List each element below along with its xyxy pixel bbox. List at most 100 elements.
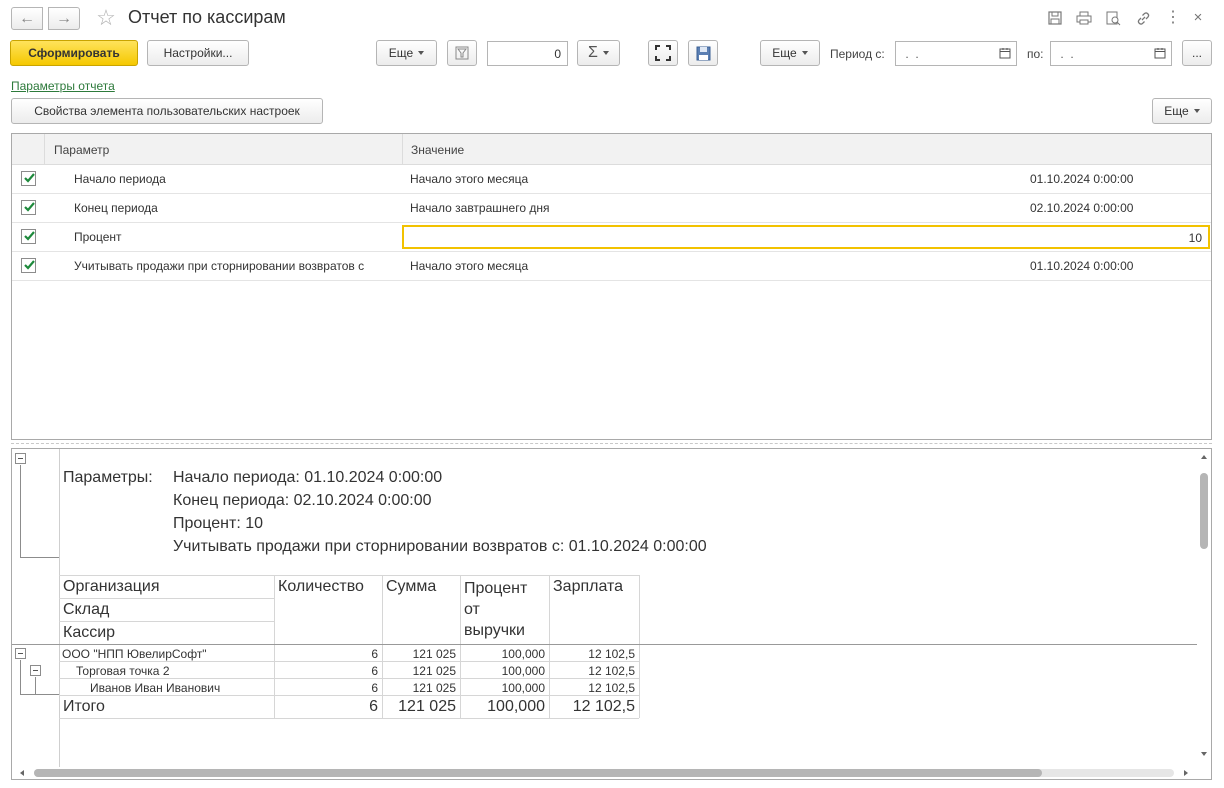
- horizontal-scrollbar[interactable]: [12, 767, 1197, 779]
- param-value[interactable]: Начало этого месяца: [410, 165, 528, 194]
- params-line: Начало периода: 01.10.2024 0:00:00: [173, 469, 443, 486]
- param-date[interactable]: 01.10.2024 0:00:00: [1030, 252, 1133, 281]
- parameters-table: Параметр Значение Начало периода Начало …: [11, 133, 1212, 440]
- vertical-scrollbar[interactable]: [1197, 449, 1211, 767]
- report-total-salary: 12 102,5: [572, 698, 635, 715]
- calendar-icon[interactable]: [996, 44, 1014, 62]
- chevron-down-icon: [602, 51, 609, 55]
- report-cell-qty: 6: [371, 681, 378, 695]
- report-row-warehouse[interactable]: Торговая точка 2: [76, 664, 170, 678]
- report-cell-salary: 12 102,5: [588, 664, 635, 678]
- splitter[interactable]: [11, 443, 1212, 444]
- group-header-cashier: Кассир: [63, 624, 116, 641]
- row-checkbox[interactable]: [21, 258, 36, 273]
- filter-button[interactable]: [447, 40, 477, 66]
- period-from-label: Период с:: [830, 47, 885, 61]
- table-row[interactable]: Начало периода Начало этого месяца 01.10…: [12, 165, 1211, 194]
- report-cell-salary: 12 102,5: [588, 647, 635, 661]
- more2-button[interactable]: Еще: [760, 40, 820, 66]
- report-row-cashier[interactable]: Иванов Иван Иванович: [90, 681, 220, 695]
- fullscreen-icon: [655, 45, 671, 61]
- horizontal-scroll-thumb[interactable]: [34, 769, 1042, 777]
- column-header-sum: Сумма: [386, 578, 437, 595]
- table-row[interactable]: Процент 10: [12, 223, 1211, 252]
- collapse-group-icon[interactable]: [30, 665, 41, 676]
- more2-label: Еще: [772, 46, 797, 60]
- chevron-down-icon: [801, 51, 808, 55]
- table-row[interactable]: Учитывать продажи при сторнировании возв…: [12, 252, 1211, 281]
- report-total-sum: 121 025: [398, 698, 456, 715]
- forward-button[interactable]: →: [48, 7, 80, 30]
- params-line: Учитывать продажи при сторнировании возв…: [173, 538, 707, 555]
- row-checkbox[interactable]: [21, 200, 36, 215]
- settings-button[interactable]: Настройки...: [147, 40, 249, 66]
- report-cell-sum: 121 025: [412, 664, 456, 678]
- param-name: Учитывать продажи при сторнировании возв…: [74, 259, 365, 273]
- sum-button[interactable]: Σ: [577, 40, 620, 66]
- report-row-organization[interactable]: ООО "НПП ЮвелирСофт": [62, 647, 207, 661]
- report-cell-pct: 100,000: [501, 681, 545, 695]
- report-total-label: Итого: [63, 698, 105, 715]
- number-value: 0: [554, 46, 561, 61]
- table-row[interactable]: Конец периода Начало завтрашнего дня 02.…: [12, 194, 1211, 223]
- calendar-icon[interactable]: [1151, 44, 1169, 62]
- scroll-down-icon[interactable]: [1201, 752, 1207, 756]
- filter-icon: [455, 46, 469, 60]
- column-header-percent-line: Процент: [464, 580, 528, 597]
- collapse-group-icon[interactable]: [15, 648, 26, 659]
- checkmark-icon: [24, 202, 35, 212]
- column-header-percent: Процент от выручки: [464, 578, 527, 641]
- save-icon[interactable]: [1046, 9, 1064, 27]
- report-cell-sum: 121 025: [412, 681, 456, 695]
- checkmark-icon: [24, 260, 35, 270]
- preview-icon[interactable]: [1104, 9, 1122, 27]
- chevron-down-icon: [1193, 109, 1200, 113]
- scroll-right-icon[interactable]: [1184, 770, 1188, 776]
- report-cell-pct: 100,000: [501, 647, 545, 661]
- star-icon[interactable]: ☆: [93, 5, 119, 31]
- period-select-button[interactable]: ...: [1182, 40, 1212, 66]
- number-field[interactable]: 0: [487, 41, 568, 66]
- scroll-left-icon[interactable]: [20, 770, 24, 776]
- report-cell-salary: 12 102,5: [588, 681, 635, 695]
- arrow-left-icon: ←: [19, 9, 35, 27]
- period-to-value: . .: [1057, 46, 1074, 61]
- param-date[interactable]: 01.10.2024 0:00:00: [1030, 165, 1133, 194]
- menu-dots-icon[interactable]: ⋮: [1164, 8, 1182, 26]
- close-icon[interactable]: ×: [1189, 8, 1207, 26]
- column-header-percent-line: от: [464, 601, 480, 618]
- fullscreen-button[interactable]: [648, 40, 678, 66]
- back-button[interactable]: ←: [11, 7, 43, 30]
- column-header-percent-line: выручки: [464, 622, 525, 639]
- print-icon[interactable]: [1075, 9, 1093, 27]
- param-value[interactable]: Начало завтрашнего дня: [410, 194, 549, 223]
- save-variant-button[interactable]: [688, 40, 718, 66]
- chevron-down-icon: [418, 51, 425, 55]
- link-icon[interactable]: [1134, 9, 1152, 27]
- more-label: Еще: [388, 46, 414, 60]
- param-name: Процент: [74, 230, 122, 244]
- row-checkbox[interactable]: [21, 229, 36, 244]
- vertical-scroll-thumb[interactable]: [1200, 473, 1208, 549]
- row-checkbox[interactable]: [21, 171, 36, 186]
- column-header-value[interactable]: Значение: [411, 143, 464, 157]
- generate-button[interactable]: Сформировать: [10, 40, 138, 66]
- more-button[interactable]: Еще: [376, 40, 437, 66]
- props-more-button[interactable]: Еще: [1152, 98, 1212, 124]
- period-from-value: . .: [902, 46, 919, 61]
- param-name: Начало периода: [74, 172, 166, 186]
- report-cell-qty: 6: [371, 664, 378, 678]
- param-date[interactable]: 02.10.2024 0:00:00: [1030, 194, 1133, 223]
- column-header-parameter[interactable]: Параметр: [54, 143, 109, 157]
- report-total-qty: 6: [369, 698, 378, 715]
- group-header-warehouse: Склад: [63, 601, 110, 618]
- props-more-label: Еще: [1164, 104, 1189, 118]
- scroll-up-icon[interactable]: [1201, 455, 1207, 459]
- param-value[interactable]: Начало этого месяца: [410, 252, 528, 281]
- collapse-group-icon[interactable]: [15, 453, 26, 464]
- params-heading: Параметры:: [63, 469, 153, 486]
- percent-input[interactable]: 10: [402, 225, 1210, 249]
- floppy-icon: [696, 46, 710, 60]
- element-properties-button[interactable]: Свойства элемента пользовательских настр…: [11, 98, 323, 124]
- report-params-link[interactable]: Параметры отчета: [11, 79, 115, 93]
